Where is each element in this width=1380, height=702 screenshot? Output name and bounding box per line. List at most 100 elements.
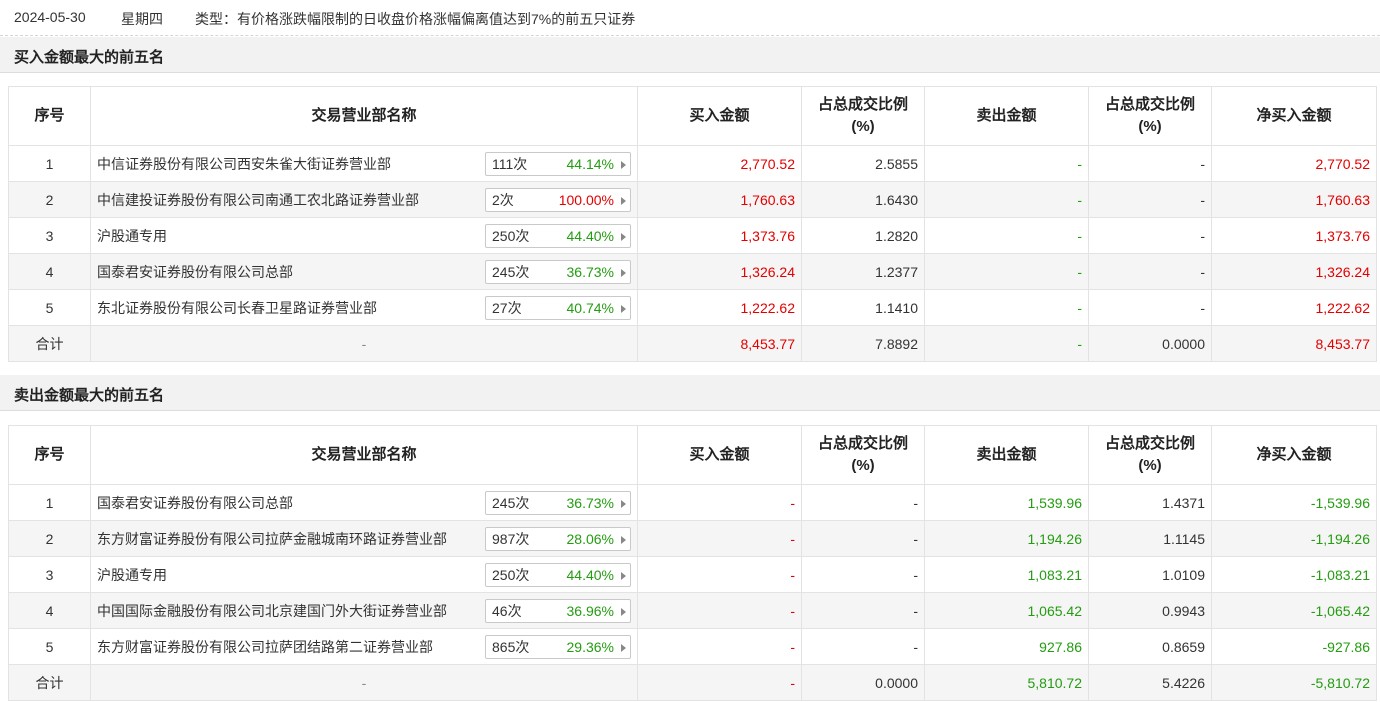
sell-ratio-cell: - <box>1088 217 1212 254</box>
branch-stats-button[interactable]: 111次 44.14% <box>485 152 631 176</box>
branch-count: 27次 <box>492 300 522 316</box>
branch-count: 245次 <box>492 495 530 511</box>
col-header-sell-ratio-line2: (%) <box>1138 118 1162 135</box>
branch-name[interactable]: 中国国际金融股份有限公司北京建国门外大街证券营业部 <box>97 601 447 621</box>
branch-name[interactable]: 沪股通专用 <box>97 226 167 246</box>
total-buy-cell: - <box>637 664 802 701</box>
caret-right-icon <box>621 233 626 241</box>
total-row: 合计 -8,453.77 7.8892-0.0000 8,453.77 <box>8 325 1377 362</box>
buy-amount-cell: 1,326.24 <box>637 253 802 290</box>
branch-win-rate: 100.00% <box>558 192 614 208</box>
sell-ratio-cell: - <box>1088 253 1212 290</box>
branch-win-rate: 36.73% <box>566 495 614 511</box>
col-header-sell-ratio: 占总成交比例 (%) <box>1088 86 1212 146</box>
branch-stats-button[interactable]: 27次 40.74% <box>485 296 631 320</box>
total-buy-cell: 8,453.77 <box>637 325 802 362</box>
total-label-cell: 合计 <box>8 664 91 701</box>
rank-cell: 2 <box>8 181 91 218</box>
net-amount-cell: -927.86 <box>1211 628 1377 665</box>
rank-cell: 3 <box>8 556 91 593</box>
rank-cell: 1 <box>8 484 91 521</box>
col-header-buy: 买入金额 <box>637 425 802 485</box>
buy-amount-cell: - <box>637 628 802 665</box>
branch-name[interactable]: 东方财富证券股份有限公司拉萨金融城南环路证券营业部 <box>97 529 447 549</box>
table-row: 1 国泰君安证券股份有限公司总部 245次 36.73% - -1,539.96 1.437… <box>8 484 1377 521</box>
trade-date: 2024-05-30 <box>14 9 86 25</box>
sell-section-header: 卖出金额最大的前五名 <box>0 375 1380 411</box>
buy-amount-cell: 1,760.63 <box>637 181 802 218</box>
branch-cell: 东方财富证券股份有限公司拉萨金融城南环路证券营业部 987次 28.06% <box>90 520 638 557</box>
branch-name[interactable]: 沪股通专用 <box>97 565 167 585</box>
sell-section-title: 卖出金额最大的前五名 <box>14 387 165 404</box>
table-header-row: 序号 交易营业部名称 买入金额 占总成交比例 (%) 卖出金额 占总成交比例 (%)… <box>8 86 1377 146</box>
branch-name[interactable]: 中信建投证券股份有限公司南通工农北路证券营业部 <box>97 190 419 210</box>
branch-stats-button[interactable]: 2次 100.00% <box>485 188 631 212</box>
table-header-row: 序号 交易营业部名称 买入金额 占总成交比例 (%) 卖出金额 占总成交比例 (%)… <box>8 425 1377 485</box>
total-sell-ratio-cell: 0.0000 <box>1088 325 1212 362</box>
buy-amount-cell: 1,222.62 <box>637 289 802 326</box>
trade-weekday: 星期四 <box>121 11 163 27</box>
branch-stats-button[interactable]: 250次 44.40% <box>485 224 631 248</box>
sell-amount-cell: 1,194.26 <box>924 520 1089 557</box>
net-amount-cell: 1,373.76 <box>1211 217 1377 254</box>
rank-cell: 1 <box>8 145 91 182</box>
table-row: 2 中信建投证券股份有限公司南通工农北路证券营业部 2次 100.00% 1,760.6… <box>8 181 1377 218</box>
col-header-net: 净买入金额 <box>1211 425 1377 485</box>
branch-count: 2次 <box>492 192 514 208</box>
sell-amount-cell: 1,083.21 <box>924 556 1089 593</box>
branch-cell: 中国国际金融股份有限公司北京建国门外大街证券营业部 46次 36.96% <box>90 592 638 629</box>
col-header-sell-ratio: 占总成交比例 (%) <box>1088 425 1212 485</box>
net-amount-cell: 1,222.62 <box>1211 289 1377 326</box>
branch-count: 111次 <box>492 156 528 172</box>
sell-amount-cell: - <box>924 289 1089 326</box>
total-net-cell: 8,453.77 <box>1211 325 1377 362</box>
buy-section-header: 买入金额最大的前五名 <box>0 37 1380 73</box>
sell-ratio-cell: - <box>1088 181 1212 218</box>
total-sell-cell: 5,810.72 <box>924 664 1089 701</box>
branch-stats-button[interactable]: 250次 44.40% <box>485 563 631 587</box>
branch-win-rate: 44.40% <box>566 228 614 244</box>
sell-ratio-cell: 1.0109 <box>1088 556 1212 593</box>
total-buy-ratio-cell: 0.0000 <box>801 664 925 701</box>
buy-amount-cell: - <box>637 484 802 521</box>
branch-stats-button[interactable]: 245次 36.73% <box>485 260 631 284</box>
table-row: 2 东方财富证券股份有限公司拉萨金融城南环路证券营业部 987次 28.06% - -1,… <box>8 520 1377 557</box>
branch-name[interactable]: 东北证券股份有限公司长春卫星路证券营业部 <box>97 298 377 318</box>
total-sell-cell: - <box>924 325 1089 362</box>
branch-cell: 沪股通专用 250次 44.40% <box>90 217 638 254</box>
caret-right-icon <box>621 572 626 580</box>
branch-name[interactable]: 中信证券股份有限公司西安朱雀大街证券营业部 <box>97 154 391 174</box>
branch-name[interactable]: 国泰君安证券股份有限公司总部 <box>97 262 293 282</box>
branch-name[interactable]: 东方财富证券股份有限公司拉萨团结路第二证券营业部 <box>97 637 433 657</box>
buy-ratio-cell: 1.6430 <box>801 181 925 218</box>
branch-name[interactable]: 国泰君安证券股份有限公司总部 <box>97 493 293 513</box>
col-header-sell-ratio-line2: (%) <box>1138 457 1162 474</box>
sell-ratio-cell: 1.1145 <box>1088 520 1212 557</box>
sell-amount-cell: - <box>924 217 1089 254</box>
sell-ratio-cell: - <box>1088 145 1212 182</box>
col-header-buy-ratio-line2: (%) <box>851 457 875 474</box>
net-amount-cell: 1,326.24 <box>1211 253 1377 290</box>
rank-cell: 2 <box>8 520 91 557</box>
branch-stats-button[interactable]: 245次 36.73% <box>485 491 631 515</box>
branch-count: 865次 <box>492 639 530 655</box>
col-header-rank: 序号 <box>8 86 91 146</box>
branch-cell: 东北证券股份有限公司长春卫星路证券营业部 27次 40.74% <box>90 289 638 326</box>
sell-amount-cell: 1,539.96 <box>924 484 1089 521</box>
buy-section-title: 买入金额最大的前五名 <box>14 49 165 66</box>
branch-win-rate: 40.74% <box>566 300 614 316</box>
col-header-sell: 卖出金额 <box>924 425 1089 485</box>
branch-win-rate: 44.14% <box>566 156 614 172</box>
col-header-name: 交易营业部名称 <box>90 86 638 146</box>
sell-amount-cell: 927.86 <box>924 628 1089 665</box>
table-row: 3 沪股通专用 250次 44.40% 1,373.76 1.2820- -1,373.76 <box>8 217 1377 254</box>
branch-stats-button[interactable]: 865次 29.36% <box>485 635 631 659</box>
col-header-name: 交易营业部名称 <box>90 425 638 485</box>
buy-ratio-cell: 2.5855 <box>801 145 925 182</box>
buy-ratio-cell: - <box>801 556 925 593</box>
branch-win-rate: 28.06% <box>566 531 614 547</box>
rank-cell: 5 <box>8 289 91 326</box>
branch-stats-button[interactable]: 46次 36.96% <box>485 599 631 623</box>
branch-cell: 国泰君安证券股份有限公司总部 245次 36.73% <box>90 253 638 290</box>
branch-stats-button[interactable]: 987次 28.06% <box>485 527 631 551</box>
